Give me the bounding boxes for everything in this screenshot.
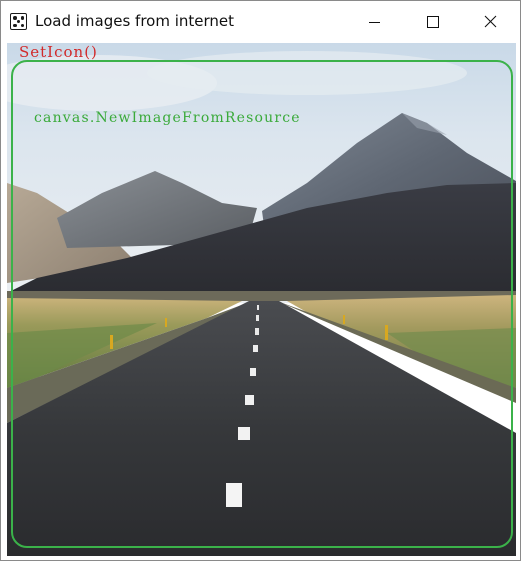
canvas-text: canvas.NewImageFromResource [34, 110, 301, 126]
maximize-icon [427, 16, 439, 28]
minimize-icon [369, 22, 380, 23]
window-title: Load images from internet [35, 12, 235, 30]
maximize-button[interactable] [403, 1, 461, 43]
title-bar[interactable]: Load images from internet [1, 1, 520, 43]
app-dice-icon [10, 13, 27, 30]
app-window: Load images from internet SetIcon() canv… [0, 0, 521, 561]
seticon-text: SetIcon() [19, 43, 98, 61]
minimize-button[interactable] [345, 1, 403, 43]
close-button[interactable] [461, 1, 519, 43]
close-icon [484, 15, 497, 28]
